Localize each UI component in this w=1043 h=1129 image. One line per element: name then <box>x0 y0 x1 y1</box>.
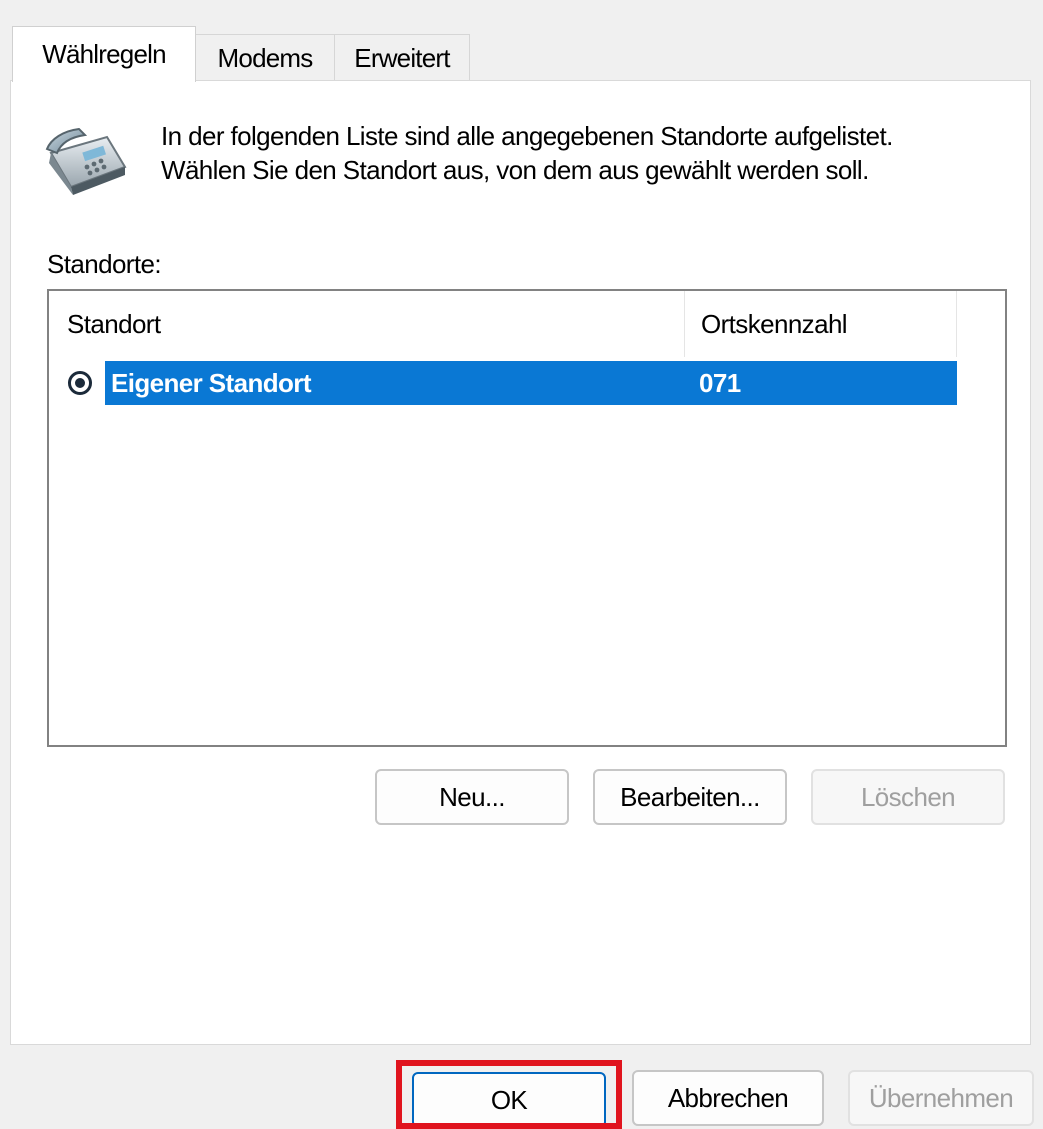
apply-button[interactable]: Übernehmen <box>848 1070 1034 1126</box>
ok-button[interactable]: OK <box>412 1072 606 1128</box>
list-header: Standort Ortskennzahl <box>49 291 957 357</box>
tab-strip: Wählregeln Modems Erweitert <box>12 26 470 82</box>
intro-text: In der folgenden Liste sind alle angegeb… <box>161 119 893 187</box>
delete-location-button[interactable]: Löschen <box>811 769 1005 825</box>
intro-line-1: In der folgenden Liste sind alle angegeb… <box>161 121 893 151</box>
tab-erweitert[interactable]: Erweitert <box>334 34 470 82</box>
area-code-cell: 071 <box>699 367 741 398</box>
edit-location-button[interactable]: Bearbeiten... <box>593 769 787 825</box>
new-location-button[interactable]: Neu... <box>375 769 569 825</box>
locations-list[interactable]: Standort Ortskennzahl Eigener Standort 0… <box>47 289 1007 747</box>
tab-page-waehlregeln: In der folgenden Liste sind alle angegeb… <box>10 80 1031 1045</box>
cancel-button[interactable]: Abbrechen <box>632 1070 824 1126</box>
column-header-ortskennzahl[interactable]: Ortskennzahl <box>685 291 957 357</box>
column-header-standort[interactable]: Standort <box>49 291 685 357</box>
selected-row-highlight[interactable]: Eigener Standort 071 <box>105 361 957 405</box>
intro-line-2: Wählen Sie den Standort aus, von dem aus… <box>161 155 869 185</box>
tab-modems[interactable]: Modems <box>195 34 335 82</box>
table-row[interactable]: Eigener Standort 071 <box>49 361 957 405</box>
telephone-icon <box>45 127 127 195</box>
tab-waehlregeln[interactable]: Wählregeln <box>12 26 196 82</box>
location-name-cell: Eigener Standort <box>111 367 311 398</box>
locations-label: Standorte: <box>47 249 162 279</box>
phone-modem-dialog: Wählregeln Modems Erweitert In der folge… <box>0 0 1043 1129</box>
default-location-radio-icon <box>68 371 92 395</box>
